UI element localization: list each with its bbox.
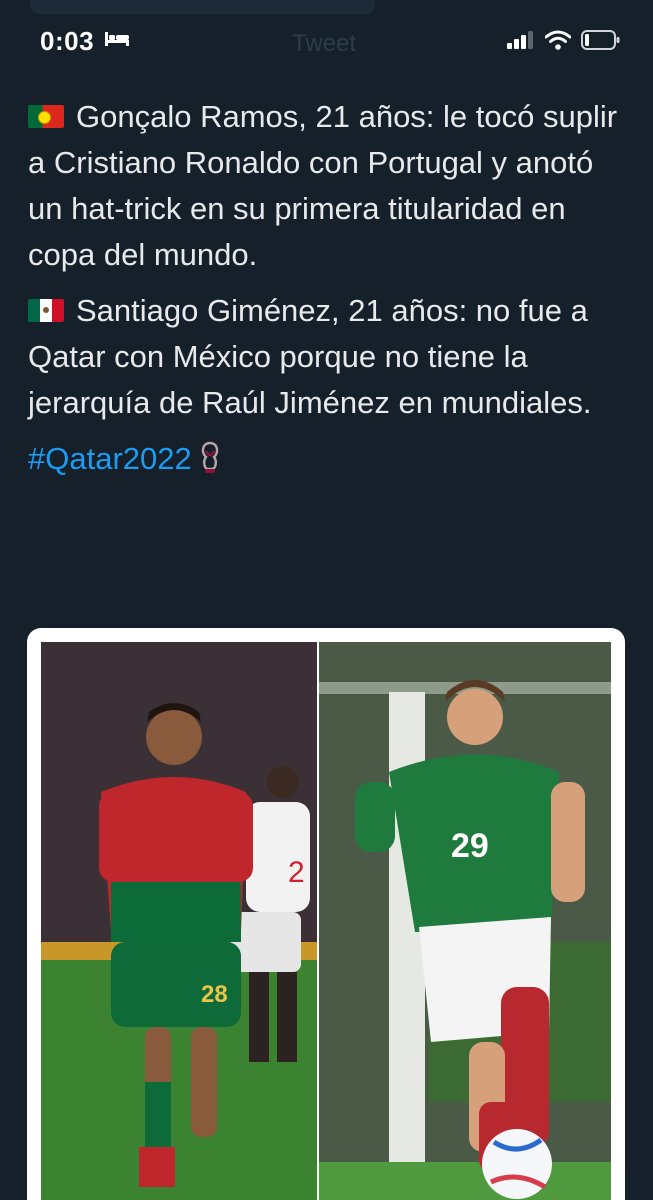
- right-player-number: 29: [451, 827, 489, 865]
- portugal-flag-icon: [28, 105, 64, 128]
- tweet-paragraph-portugal: Gonçalo Ramos, 21 años: le tocó suplir a…: [28, 94, 628, 278]
- tweet-hashtag-line: #Qatar2022: [28, 436, 628, 488]
- signal-icon: [507, 31, 535, 54]
- tweet-media-card[interactable]: 2 28 29: [27, 628, 625, 1200]
- status-bar: Tweet 0:03: [0, 0, 653, 84]
- football-ball: [482, 1129, 552, 1199]
- tweet-paragraph-text: Gonçalo Ramos, 21 años: le tocó suplir a…: [28, 99, 618, 272]
- left-player-number: 28: [201, 981, 228, 1008]
- hashtag-link[interactable]: #Qatar2022: [28, 441, 192, 476]
- wifi-icon: [544, 30, 572, 55]
- tweet-paragraph-text: Santiago Giménez, 21 años: no fue a Qata…: [28, 293, 592, 420]
- sleep-mode-icon: [104, 30, 130, 53]
- status-time-group: 0:03: [40, 26, 130, 57]
- svg-text:2: 2: [288, 856, 305, 889]
- battery-icon: [581, 30, 621, 55]
- santiago-gimenez-photo[interactable]: 29: [319, 642, 611, 1200]
- world-cup-trophy-icon: [198, 441, 222, 488]
- background-title: Tweet: [292, 30, 357, 57]
- mexico-flag-icon: [28, 299, 64, 322]
- tweet-body: Gonçalo Ramos, 21 años: le tocó suplir a…: [28, 94, 628, 498]
- goncalo-ramos-photo[interactable]: 2 28: [41, 642, 317, 1200]
- header-backdrop: [30, 0, 375, 14]
- system-icons: [507, 30, 621, 55]
- status-time: 0:03: [40, 26, 95, 56]
- tweet-paragraph-mexico: Santiago Giménez, 21 años: no fue a Qata…: [28, 288, 628, 426]
